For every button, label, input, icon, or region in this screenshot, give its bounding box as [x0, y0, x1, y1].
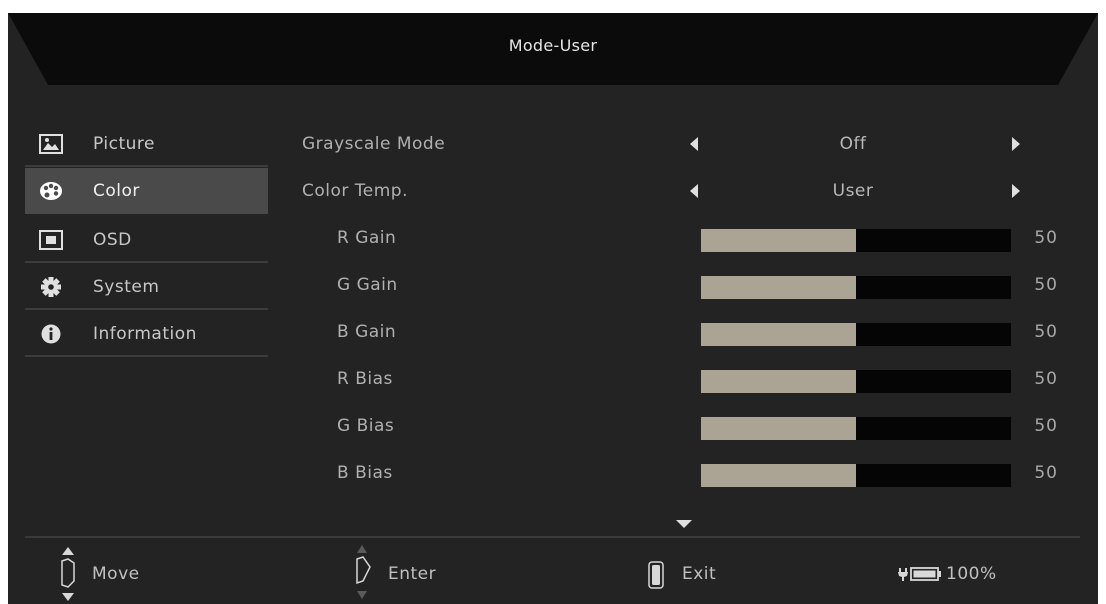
r-bias-slider[interactable]	[701, 370, 1011, 393]
sidebar-item-label: OSD	[93, 230, 132, 250]
palette-icon	[40, 182, 62, 200]
enter-hint-label: Enter	[388, 564, 437, 584]
battery-level-label: 100%	[946, 564, 997, 584]
enter-joystick-icon	[356, 545, 371, 599]
b-gain-value: 50	[1034, 322, 1058, 342]
g-gain-label: G Gain	[337, 275, 398, 295]
sidebar-item-system[interactable]: System	[25, 264, 268, 310]
r-gain-slider-fill	[701, 229, 856, 252]
footer-divider	[25, 536, 1080, 538]
b-bias-value: 50	[1034, 463, 1058, 483]
battery-plug-icon	[898, 567, 941, 581]
b-gain-label: B Gain	[337, 322, 397, 342]
scroll-down-arrow-icon[interactable]	[676, 520, 692, 528]
b-bias-slider-fill	[701, 464, 856, 487]
move-joystick-icon	[61, 547, 75, 601]
r-gain-slider[interactable]	[701, 229, 1011, 252]
grayscale-prev-arrow-icon[interactable]	[690, 137, 698, 151]
r-gain-value: 50	[1034, 228, 1058, 248]
page-title: Mode-User	[508, 36, 598, 55]
g-gain-value: 50	[1034, 275, 1058, 295]
r-bias-label: R Bias	[337, 369, 393, 389]
grayscale-mode-value[interactable]: Off	[753, 134, 953, 154]
color-temp-value[interactable]: User	[753, 181, 953, 201]
exit-button-icon	[648, 561, 664, 589]
g-bias-label: G Bias	[337, 416, 395, 436]
color-temp-label: Color Temp.	[302, 181, 408, 201]
b-gain-slider[interactable]	[701, 323, 1011, 346]
g-gain-slider-fill	[701, 276, 856, 299]
sidebar-item-label: Picture	[93, 134, 155, 154]
sidebar-item-picture[interactable]: Picture	[25, 121, 268, 167]
sidebar-item-label: Color	[93, 181, 140, 201]
g-bias-slider[interactable]	[701, 417, 1011, 440]
sidebar-item-color[interactable]: Color	[25, 168, 268, 214]
sidebar-item-information[interactable]: Information	[25, 311, 268, 357]
color-temp-prev-arrow-icon[interactable]	[690, 184, 698, 198]
b-bias-label: B Bias	[337, 463, 393, 483]
b-gain-slider-fill	[701, 323, 856, 346]
g-bias-slider-fill	[701, 417, 856, 440]
grayscale-mode-label: Grayscale Mode	[302, 134, 446, 154]
header-banner	[8, 13, 1098, 97]
r-bias-value: 50	[1034, 369, 1058, 389]
gear-icon	[41, 277, 61, 297]
osd-icon	[39, 230, 63, 250]
sidebar-item-label: Information	[93, 324, 197, 344]
g-gain-slider[interactable]	[701, 276, 1011, 299]
picture-icon	[39, 134, 63, 154]
exit-hint-label: Exit	[682, 564, 717, 584]
r-bias-slider-fill	[701, 370, 856, 393]
g-bias-value: 50	[1034, 416, 1058, 436]
grayscale-next-arrow-icon[interactable]	[1012, 137, 1020, 151]
r-gain-label: R Gain	[337, 228, 397, 248]
info-icon	[41, 324, 61, 344]
color-temp-next-arrow-icon[interactable]	[1012, 184, 1020, 198]
move-hint-label: Move	[92, 564, 140, 584]
sidebar-item-osd[interactable]: OSD	[25, 217, 268, 263]
sidebar-item-label: System	[93, 277, 160, 297]
b-bias-slider[interactable]	[701, 464, 1011, 487]
